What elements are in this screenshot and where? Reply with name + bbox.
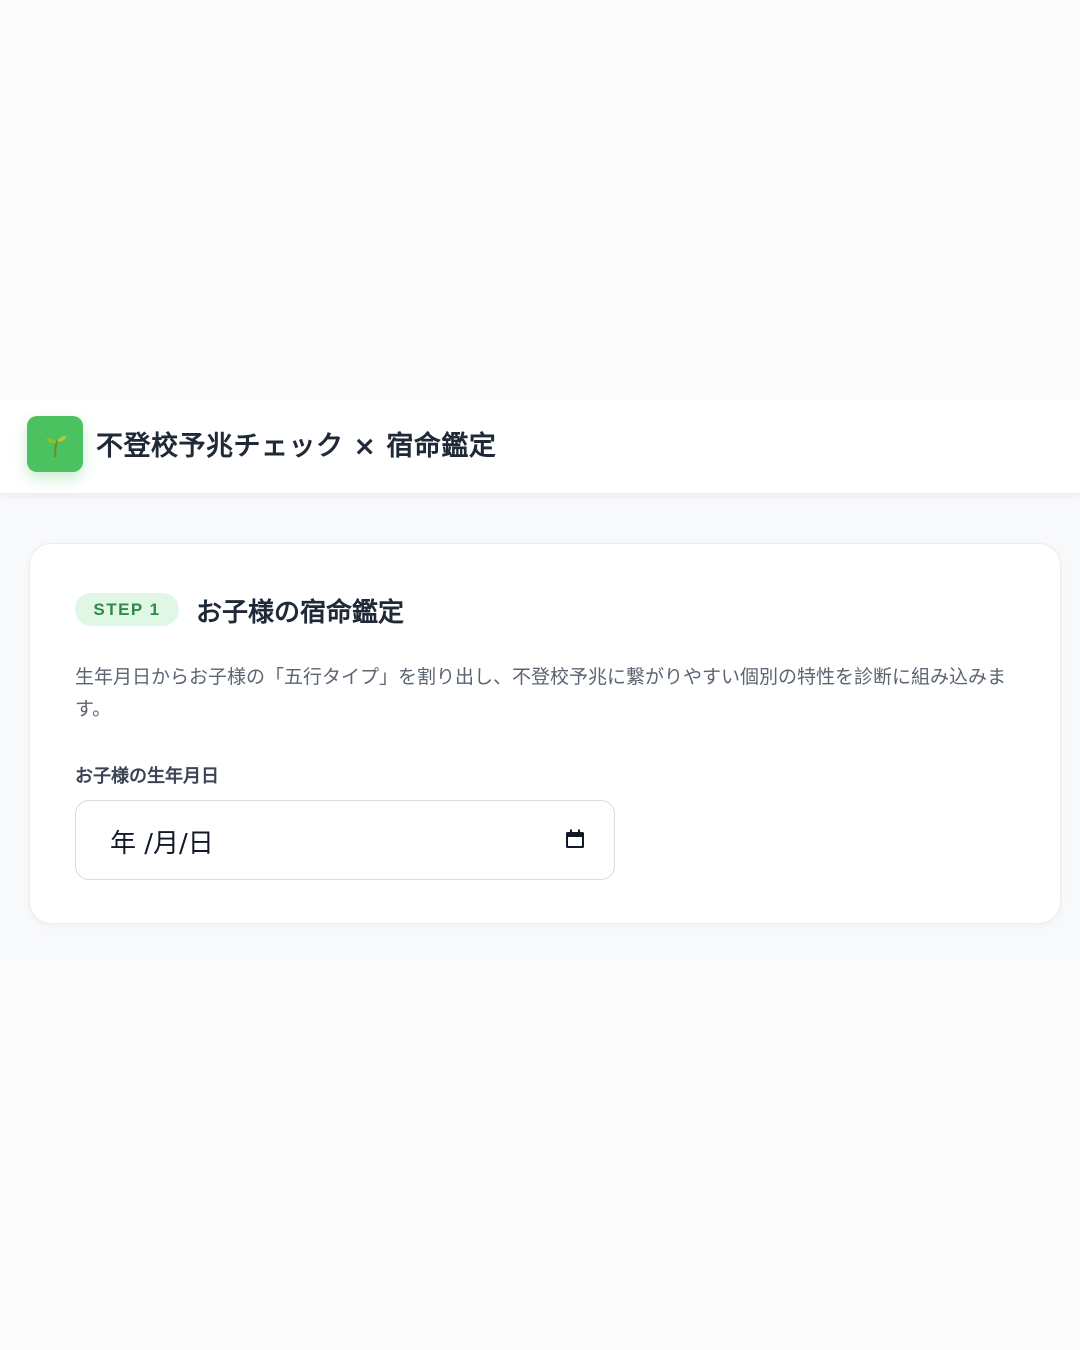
app-logo (27, 416, 83, 472)
step-title: お子様の宿命鑑定 (196, 598, 405, 628)
step-description: 生年月日からお子様の「五行タイプ」を割り出し、不登校予兆に繋がりやすい個別の特性… (75, 666, 1007, 720)
calendar-icon[interactable] (563, 827, 587, 851)
app-header: 不登校予兆チェック × 宿命鑑定 (0, 400, 1080, 494)
birthdate-placeholder: 年 /月/日 (110, 829, 214, 859)
seedling-icon (45, 435, 67, 458)
app-title: 不登校予兆チェック × 宿命鑑定 (96, 431, 497, 462)
step-badge: STEP 1 (75, 593, 179, 626)
step-card: STEP 1 お子様の宿命鑑定 生年月日からお子様の「五行タイプ」を割り出し、不… (29, 543, 1061, 924)
app-shell: 不登校予兆チェック × 宿命鑑定 STEP 1 お子様の宿命鑑定 生年月日からお… (0, 400, 1080, 960)
birthdate-input[interactable]: 年 /月/日 (75, 800, 615, 880)
birthdate-label: お子様の生年月日 (75, 766, 219, 787)
